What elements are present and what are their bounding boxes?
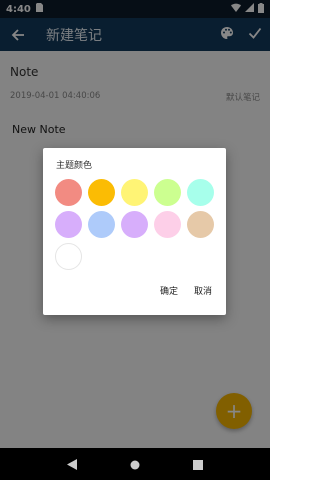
color-swatch[interactable] [55,243,82,270]
navigation-bar [0,448,270,480]
color-swatch-grid [55,179,215,271]
confirm-button[interactable]: 确定 [160,284,178,297]
nav-back-icon[interactable] [66,455,77,474]
color-swatch[interactable] [55,211,82,238]
color-swatch[interactable] [154,211,181,238]
color-swatch[interactable] [88,211,115,238]
cancel-button[interactable]: 取消 [194,284,212,297]
dialog-title: 主题颜色 [56,161,93,171]
nav-home-icon[interactable] [130,455,140,474]
dialog-actions: 确定 取消 [160,284,212,297]
color-swatch[interactable] [88,179,115,206]
color-swatch[interactable] [121,179,148,206]
color-swatch[interactable] [55,179,82,206]
color-swatch[interactable] [121,211,148,238]
color-swatch[interactable] [154,179,181,206]
color-swatch[interactable] [187,211,214,238]
color-swatch[interactable] [187,179,214,206]
theme-color-dialog: 主题颜色 确定 取消 [43,148,226,315]
nav-recents-icon[interactable] [193,455,204,474]
